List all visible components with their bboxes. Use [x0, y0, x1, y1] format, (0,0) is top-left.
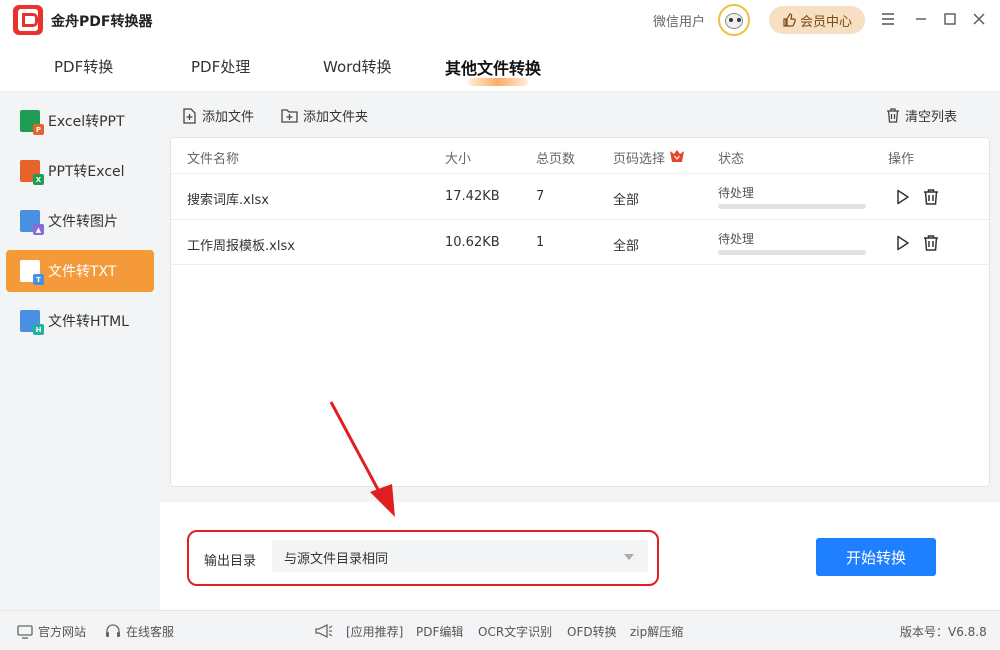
vip-label: 会员中心: [799, 14, 852, 30]
file-table: 文件名称 大小 总页数 页码选择 状态 操作 搜索词库.xlsx 17.42KB…: [170, 137, 990, 487]
sidebar-item-file-to-html[interactable]: H 文件转HTML: [6, 300, 154, 342]
file-name: 搜索词库.xlsx: [187, 193, 269, 208]
clear-list-label: 清空列表: [905, 110, 958, 125]
delete-icon[interactable]: [922, 188, 940, 206]
table-row: 搜索词库.xlsx 17.42KB 7 全部 待处理: [171, 173, 989, 219]
official-site-link[interactable]: 官方网站: [17, 623, 86, 640]
output-dir-value: 与源文件目录相同: [284, 552, 389, 567]
thumbs-up-icon: [783, 13, 796, 27]
avatar[interactable]: [718, 4, 750, 36]
html-file-icon: H: [20, 310, 44, 335]
minimize-icon[interactable]: [910, 8, 932, 30]
status-text: 待处理: [718, 232, 755, 246]
file-pages: 1: [536, 235, 545, 250]
sidebar-item-ppt-to-excel[interactable]: X PPT转Excel: [6, 150, 154, 192]
tab-pdf-process[interactable]: PDF处理: [191, 56, 250, 77]
delete-icon[interactable]: [922, 234, 940, 252]
file-size: 17.42KB: [445, 189, 500, 204]
tab-pdf-convert[interactable]: PDF转换: [54, 56, 113, 77]
chevron-down-icon: [624, 554, 634, 560]
vip-center-button[interactable]: 会员中心: [769, 6, 865, 34]
col-header-pages: 总页数: [536, 152, 576, 167]
footer: 官方网站 在线客服 [应用推荐] PDF编辑 OCR文字识别 OFD转换 zip…: [0, 610, 1000, 650]
app-recommend-label: [应用推荐]: [346, 625, 404, 639]
file-name: 工作周报模板.xlsx: [187, 239, 295, 254]
monitor-icon: [17, 624, 33, 639]
col-header-status: 状态: [718, 152, 745, 167]
add-file-icon: [183, 107, 196, 124]
sidebar: P Excel转PPT X PPT转Excel ▲ 文件转图片 T 文件转TXT…: [0, 92, 160, 610]
app-title: 金舟PDF转换器: [51, 14, 153, 30]
version-label: 版本号：V6.8.8: [900, 625, 987, 639]
page-select[interactable]: 全部: [613, 235, 639, 254]
add-folder-icon: [281, 109, 298, 123]
excel-file-icon: P: [20, 110, 44, 135]
close-icon[interactable]: [968, 8, 990, 30]
sidebar-item-excel-to-ppt[interactable]: P Excel转PPT: [6, 100, 154, 142]
add-folder-label: 添加文件夹: [303, 110, 369, 125]
online-support-label: 在线客服: [126, 625, 175, 639]
col-header-size: 大小: [445, 152, 472, 167]
clear-list-button[interactable]: 清空列表: [886, 106, 957, 125]
sidebar-item-label: 文件转HTML: [48, 314, 129, 330]
output-dir-select[interactable]: 与源文件目录相同: [272, 540, 648, 572]
output-dir-label: 输出目录: [204, 554, 257, 569]
online-support-link[interactable]: 在线客服: [105, 623, 174, 640]
add-file-label: 添加文件: [202, 110, 255, 125]
play-icon[interactable]: [893, 188, 911, 206]
maximize-icon[interactable]: [939, 8, 961, 30]
page-select[interactable]: 全部: [613, 189, 639, 208]
footer-link-ofd[interactable]: OFD转换: [567, 623, 617, 640]
user-name[interactable]: 微信用户: [653, 11, 705, 30]
content-area: 添加文件 添加文件夹 清空列表 文件名称 大小 总页数 页码选择 状态 操作 搜…: [160, 92, 1000, 502]
ppt-file-icon: X: [20, 160, 44, 185]
col-header-page-select: 页码选择: [613, 152, 666, 167]
play-icon[interactable]: [893, 234, 911, 252]
sidebar-item-file-to-txt[interactable]: T 文件转TXT: [6, 250, 154, 292]
sidebar-item-label: 文件转TXT: [48, 264, 117, 280]
output-panel: 输出目录 与源文件目录相同 开始转换: [160, 502, 1000, 610]
sidebar-item-label: 文件转图片: [48, 214, 118, 230]
footer-link-zip[interactable]: zip解压缩: [630, 623, 683, 640]
trash-icon: [887, 108, 899, 123]
status-text: 待处理: [718, 186, 755, 200]
official-site-label: 官方网站: [38, 625, 87, 639]
progress-bar: [718, 204, 866, 209]
app-logo-icon: [13, 5, 43, 35]
sidebar-item-label: Excel转PPT: [48, 114, 125, 130]
headset-icon: [106, 624, 120, 637]
tab-other-convert[interactable]: 其他文件转换: [445, 55, 541, 79]
sidebar-item-label: PPT转Excel: [48, 164, 125, 180]
file-pages: 7: [536, 189, 545, 204]
file-size: 10.62KB: [445, 235, 500, 250]
active-tab-indicator: [468, 78, 528, 86]
progress-bar: [718, 250, 866, 255]
title-bar: 金舟PDF转换器 微信用户 会员中心: [0, 0, 1000, 40]
start-convert-button[interactable]: 开始转换: [816, 538, 936, 576]
col-header-actions: 操作: [888, 152, 915, 167]
add-file-button[interactable]: 添加文件: [182, 106, 254, 125]
menu-icon[interactable]: [877, 8, 899, 30]
txt-file-icon: T: [20, 260, 44, 285]
table-row: 工作周报模板.xlsx 10.62KB 1 全部 待处理: [171, 219, 989, 265]
tab-word-convert[interactable]: Word转换: [323, 56, 392, 77]
image-file-icon: ▲: [20, 210, 44, 235]
footer-link-ocr[interactable]: OCR文字识别: [478, 623, 552, 640]
add-folder-button[interactable]: 添加文件夹: [281, 106, 368, 125]
megaphone-icon: [314, 623, 334, 639]
sidebar-item-file-to-image[interactable]: ▲ 文件转图片: [6, 200, 154, 242]
col-header-name: 文件名称: [187, 152, 240, 167]
footer-link-pdf-edit[interactable]: PDF编辑: [416, 623, 463, 640]
vip-crown-icon: [669, 149, 685, 167]
